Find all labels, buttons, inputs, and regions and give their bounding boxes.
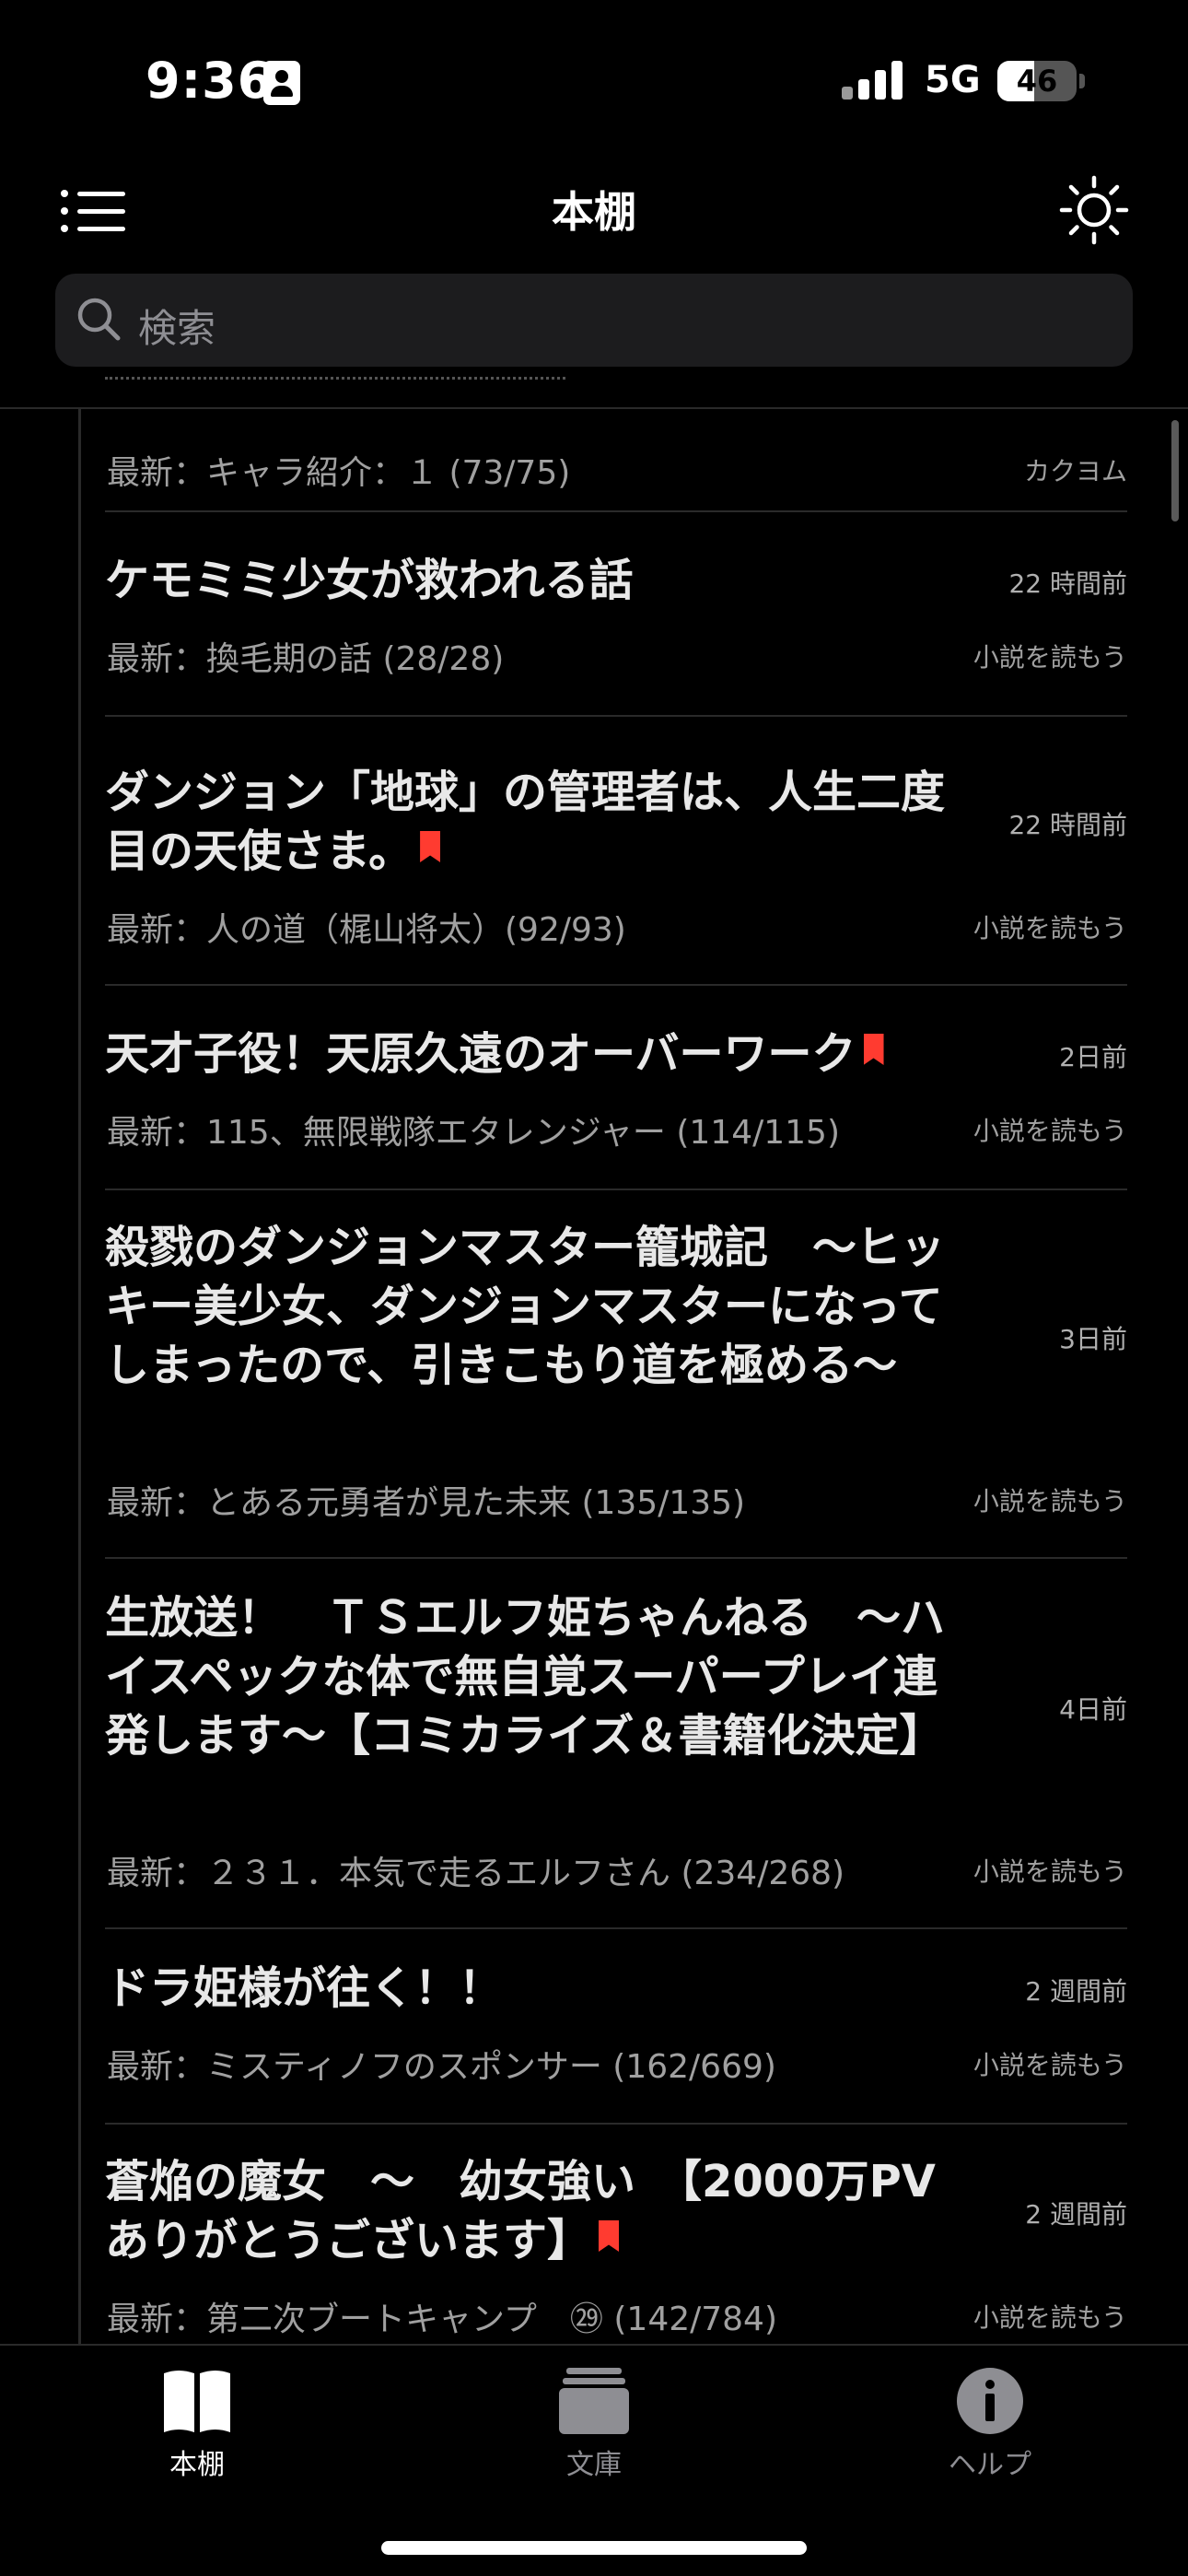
item-title: 生放送！ ＴＳエルフ姫ちゃんねる 〜ハイスペックな体で無自覚スーパープレイ連発し… [105, 1588, 952, 1765]
tab-label: 本棚 [169, 2449, 225, 2481]
item-divider [105, 510, 1127, 512]
item-source: 小説を読もう [973, 1486, 1127, 1516]
item-title-text: 殺戮のダンジョンマスター籠城記 〜ヒッキー美少女、ダンジョンマスターになってしま… [105, 1222, 946, 1391]
bookmark-icon [420, 831, 441, 862]
item-updated-time: 22 時間前 [1008, 568, 1127, 599]
item-latest: 最新：ミスティノフのスポンサー (162/669) [107, 2048, 776, 2086]
item-latest: 最新：第二次ブートキャンプ ㉙ (142/784) [107, 2301, 778, 2338]
open-book-icon [164, 2371, 230, 2432]
status-time: 9:36 [146, 52, 274, 110]
contact-card-icon [263, 61, 300, 105]
item-latest: 最新：２３１．本気で走るエルフさん (234/268) [107, 1855, 845, 1892]
item-latest: 最新：115、無限戦隊エタレンジャー (114/115) [107, 1114, 841, 1152]
item-source: 小説を読もう [973, 913, 1127, 943]
item-source: 小説を読もう [973, 1116, 1127, 1146]
item-source: カクヨム [1023, 456, 1127, 486]
bookmark-icon [599, 2220, 620, 2252]
item-title: ダンジョン「地球」の管理者は、人生二度目の天使さま。 [105, 763, 952, 881]
screen: 9:36 5G 46 本棚 検索 最新：キャラ紹介：１ (73/75) カクヨム… [0, 0, 1188, 2576]
list-item-partial[interactable]: 最新：キャラ紹介：１ (73/75) カクヨム [105, 431, 1127, 512]
network-type: 5G [925, 59, 981, 101]
item-divider [105, 984, 1127, 986]
item-title-text: 蒼焔の魔女 〜 幼女強い 【2000万PVありがとうございます】 [105, 2156, 936, 2266]
battery-nub [1079, 74, 1085, 88]
list-item[interactable]: ケモミミ少女が救われる話 22 時間前最新：換毛期の話 (28/28) 小説を読もう [105, 523, 1127, 717]
scroll-indicator[interactable] [1171, 420, 1179, 521]
list-item[interactable]: ドラ姫様が往く！！ 2 週間前最新：ミスティノフのスポンサー (162/669) 小… [105, 1931, 1127, 2125]
partial-title-cutoff [105, 376, 658, 409]
item-updated-time: 3日前 [1059, 1324, 1127, 1354]
tab-library[interactable]: 文庫 [502, 2346, 686, 2502]
info-icon [957, 2368, 1023, 2434]
item-updated-time: 4日前 [1059, 1694, 1127, 1725]
item-divider [105, 1927, 1127, 1929]
item-title: 天才子役！天原久遠のオーバーワーク [105, 1025, 952, 1083]
search-icon [77, 298, 121, 341]
item-title: 殺戮のダンジョンマスター籠城記 〜ヒッキー美少女、ダンジョンマスターになってしま… [105, 1218, 952, 1395]
item-source: 小説を読もう [973, 1856, 1127, 1887]
tab-label: 文庫 [566, 2449, 622, 2481]
sun-icon[interactable] [1059, 175, 1129, 245]
item-updated-time: 22 時間前 [1008, 810, 1127, 840]
list-left-rule [78, 409, 81, 2344]
battery-icon: 46 [997, 61, 1077, 101]
item-latest: 最新：換毛期の話 (28/28) [107, 640, 505, 678]
item-title: 蒼焔の魔女 〜 幼女強い 【2000万PVありがとうございます】 [105, 2152, 952, 2270]
bookmark-icon [863, 1034, 884, 1065]
item-title-text: ケモミミ少女が救われる話 [105, 555, 634, 606]
item-latest: 最新：キャラ紹介：１ (73/75) [107, 454, 571, 492]
home-indicator [381, 2541, 807, 2555]
item-title-text: 生放送！ ＴＳエルフ姫ちゃんねる 〜ハイスペックな体で無自覚スーパープレイ連発し… [105, 1592, 946, 1762]
list-item[interactable]: ダンジョン「地球」の管理者は、人生二度目の天使さま。 22 時間前最新：人の道（梶… [105, 735, 1127, 986]
item-updated-time: 2日前 [1059, 1042, 1127, 1072]
item-source: 小説を読もう [973, 642, 1127, 673]
book-stack-icon [559, 2368, 629, 2434]
tab-bookshelf[interactable]: 本棚 [105, 2346, 289, 2502]
signal-strength-icon [842, 59, 908, 100]
item-divider [105, 1557, 1127, 1559]
item-latest: 最新：人の道（梶山将太）(92/93) [107, 911, 626, 949]
list-item[interactable]: 殺戮のダンジョンマスター籠城記 〜ヒッキー美少女、ダンジョンマスターになってしま… [105, 1190, 1127, 1559]
item-divider [105, 715, 1127, 717]
item-source: 小説を読もう [973, 2302, 1127, 2333]
item-title-text: 天才子役！天原久遠のオーバーワーク [105, 1028, 856, 1080]
list-item[interactable]: 天才子役！天原久遠のオーバーワーク 2日前最新：115、無限戦隊エタレンジャー (… [105, 997, 1127, 1190]
status-bar: 9:36 5G 46 [0, 0, 1188, 138]
list-item[interactable]: 生放送！ ＴＳエルフ姫ちゃんねる 〜ハイスペックな体で無自覚スーパープレイ連発し… [105, 1561, 1127, 1929]
nav-bar: 本棚 [0, 138, 1188, 267]
item-title-text: ダンジョン「地球」の管理者は、人生二度目の天使さま。 [105, 767, 946, 877]
tab-label: ヘルプ [949, 2449, 1031, 2481]
search-input[interactable]: 検索 [55, 274, 1133, 367]
item-source: 小説を読もう [973, 2050, 1127, 2080]
item-title-text: ドラ姫様が往く！！ [105, 1962, 504, 2014]
item-title: ケモミミ少女が救われる話 [105, 551, 952, 610]
item-title: ドラ姫様が往く！！ [105, 1959, 952, 2018]
tab-help[interactable]: ヘルプ [898, 2346, 1082, 2502]
search-placeholder: 検索 [138, 306, 216, 351]
battery-percent: 46 [1016, 64, 1058, 99]
item-latest: 最新：とある元勇者が見た未来 (135/135) [107, 1484, 746, 1522]
list-item[interactable]: 蒼焔の魔女 〜 幼女強い 【2000万PVありがとうございます】 2 週間前最新：… [105, 2125, 1127, 2375]
item-updated-time: 2 週間前 [1025, 2199, 1127, 2230]
item-updated-time: 2 週間前 [1025, 1976, 1127, 2007]
page-title: 本棚 [552, 187, 636, 237]
